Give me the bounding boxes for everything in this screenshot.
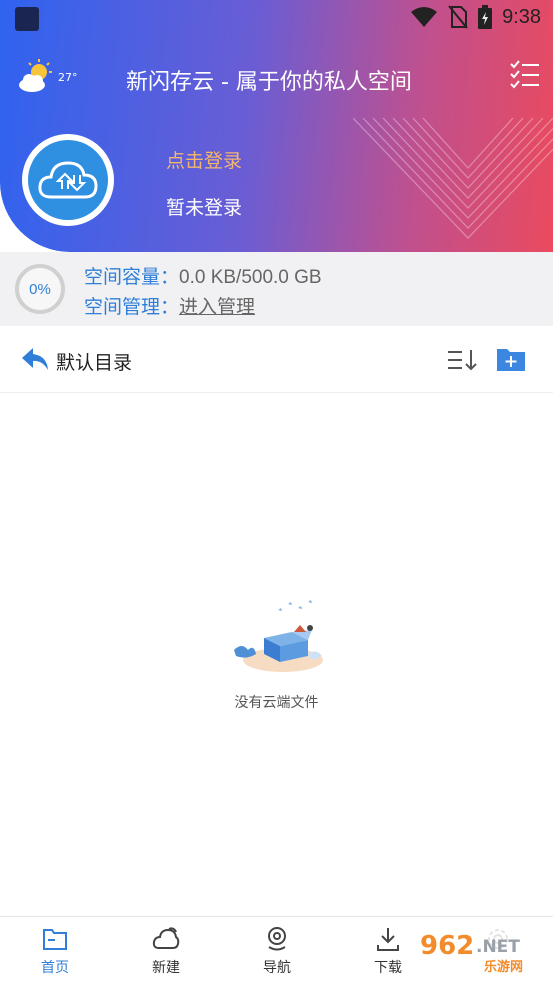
login-link[interactable]: 点击登录 — [166, 146, 242, 173]
temperature-text: 27° — [58, 71, 78, 84]
cloud-icon — [152, 927, 180, 949]
manage-label: 空间管理： — [84, 296, 180, 318]
status-time: 9:38 — [502, 5, 541, 28]
status-bar: 9:38 — [0, 0, 553, 36]
location-icon — [268, 927, 286, 951]
tab-home[interactable]: 首页 — [20, 925, 90, 977]
svg-text:962: 962 — [420, 931, 474, 961]
usage-ring: 0% — [15, 264, 65, 314]
directory-title: 默认目录 — [56, 352, 133, 374]
tab-home-label: 首页 — [41, 960, 69, 976]
cloud-sync-icon — [38, 161, 98, 199]
file-panel: 默认目录 没有云端文件 — [0, 326, 553, 916]
manage-link[interactable]: 进入管理 — [179, 296, 255, 318]
checklist-menu-icon[interactable] — [509, 59, 541, 91]
directory-header: 默认目录 — [0, 326, 553, 393]
tab-navigation-label: 导航 — [263, 960, 291, 976]
svg-text:.NET: .NET — [476, 937, 520, 957]
folder-icon — [43, 929, 67, 950]
app-notification-icon — [15, 7, 39, 31]
login-status-text: 暂未登录 — [166, 197, 243, 219]
capacity-row: 空间容量：0.0 KB/500.0 GB — [84, 262, 322, 289]
back-arrow-icon[interactable] — [20, 346, 50, 372]
empty-box-illustration — [234, 600, 323, 672]
partly-cloudy-icon[interactable] — [16, 57, 56, 97]
tab-new[interactable]: 新建 — [131, 925, 201, 977]
svg-text:乐游网: 乐游网 — [484, 959, 523, 975]
usage-percent: 0% — [29, 280, 51, 298]
capacity-value: 0.0 KB/500.0 GB — [179, 267, 322, 288]
tab-navigation[interactable]: 导航 — [242, 925, 312, 977]
wifi-icon — [411, 7, 438, 27]
download-icon — [377, 928, 399, 951]
battery-icon — [478, 5, 493, 29]
app-title: 新闪存云 - 属于你的私人空间 — [126, 70, 412, 95]
title-bar: 27° 新闪存云 - 属于你的私人空间 — [0, 55, 553, 105]
capacity-label: 空间容量： — [84, 266, 180, 288]
manage-row: 空间管理：进入管理 — [84, 292, 255, 319]
site-watermark-logo: 962 .NET 乐游网 — [414, 927, 548, 975]
empty-state-text: 没有云端文件 — [234, 695, 319, 711]
sort-icon[interactable] — [446, 348, 478, 372]
new-folder-icon[interactable] — [496, 346, 526, 372]
user-avatar[interactable] — [22, 134, 114, 226]
decorative-chevrons — [353, 118, 553, 239]
header-banner: 9:38 27° 新闪存云 - 属于你的私人空间 点击登录 暂未登录 — [0, 0, 553, 252]
tab-new-label: 新建 — [152, 960, 180, 976]
no-sim-icon — [448, 5, 468, 29]
